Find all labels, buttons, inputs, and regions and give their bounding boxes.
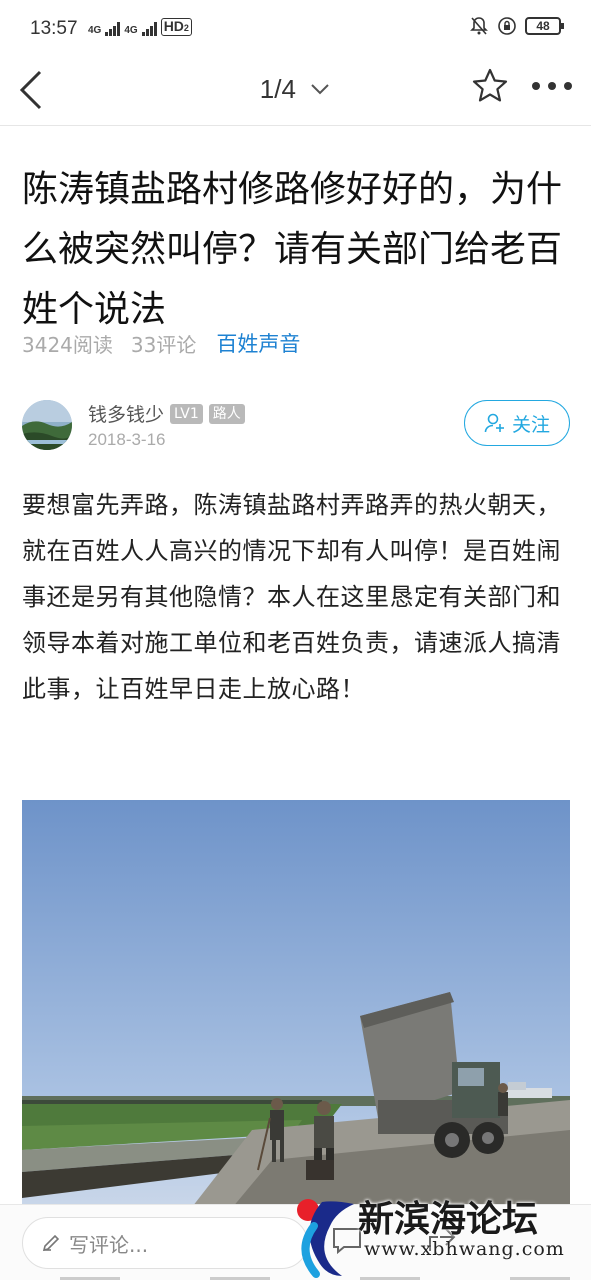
chevron-down-icon — [311, 84, 329, 95]
hd-sub: 2 — [183, 23, 189, 33]
article-meta: 3424阅读 33评论 百姓声音 — [22, 328, 300, 358]
article-title: 陈涛镇盐路村修路修好好的，为什么被突然叫停？请有关部门给老百姓个说法 — [22, 169, 563, 330]
signal-icon — [105, 20, 121, 36]
follow-label: 关注 — [511, 413, 550, 436]
status-bar: 13:57 4G 4G HD2 48 — [0, 0, 591, 58]
favorite-star-icon[interactable] — [470, 66, 510, 106]
read-count: 3424阅读 — [22, 332, 113, 357]
hd-label: HD — [163, 18, 184, 34]
signal-icon-2 — [141, 20, 157, 36]
network-indicators: 4G 4G HD2 — [88, 18, 192, 36]
comment-icon[interactable] — [330, 1223, 364, 1257]
post-date: 2018-3-16 — [88, 430, 166, 449]
lock-rotation-icon — [498, 17, 516, 35]
avatar[interactable] — [22, 400, 72, 450]
bottom-actions — [330, 1223, 458, 1257]
status-right: 48 — [469, 16, 564, 36]
mute-bell-icon — [470, 17, 488, 35]
page-indicator-text: 1/4 — [259, 73, 296, 104]
role-badge: 路人 — [208, 403, 245, 424]
pencil-icon — [42, 1234, 60, 1252]
battery-indicator: 48 — [525, 17, 564, 35]
navigation-bar: 1/4 — [0, 58, 591, 126]
share-icon[interactable] — [424, 1223, 458, 1257]
comment-count: 33评论 — [130, 332, 197, 357]
article-body: 要想富先弄路，陈涛镇盐路村弄路弄的热火朝天，就在百姓人人高兴的情况下却有人叫停！… — [22, 491, 561, 703]
article-photo[interactable] — [22, 800, 570, 1220]
author-row: 钱多钱少 LV1 路人 2018-3-16 关注 — [22, 398, 570, 454]
forum-link[interactable]: 百姓声音 — [216, 328, 300, 358]
follow-button[interactable]: 关注 — [464, 400, 570, 446]
status-time: 13:57 — [30, 18, 78, 39]
author-info: 钱多钱少 LV1 路人 — [88, 400, 245, 427]
comment-input[interactable]: 写评论... — [22, 1217, 308, 1269]
network-type-1: 4G — [88, 25, 102, 36]
bottom-bar: 写评论... — [0, 1204, 591, 1280]
more-options-icon[interactable] — [530, 74, 574, 98]
add-user-icon — [484, 413, 504, 433]
comment-placeholder: 写评论... — [69, 1232, 149, 1257]
network-type-2: 4G — [124, 25, 138, 36]
level-badge: LV1 — [170, 403, 203, 424]
author-name[interactable]: 钱多钱少 — [88, 400, 164, 427]
